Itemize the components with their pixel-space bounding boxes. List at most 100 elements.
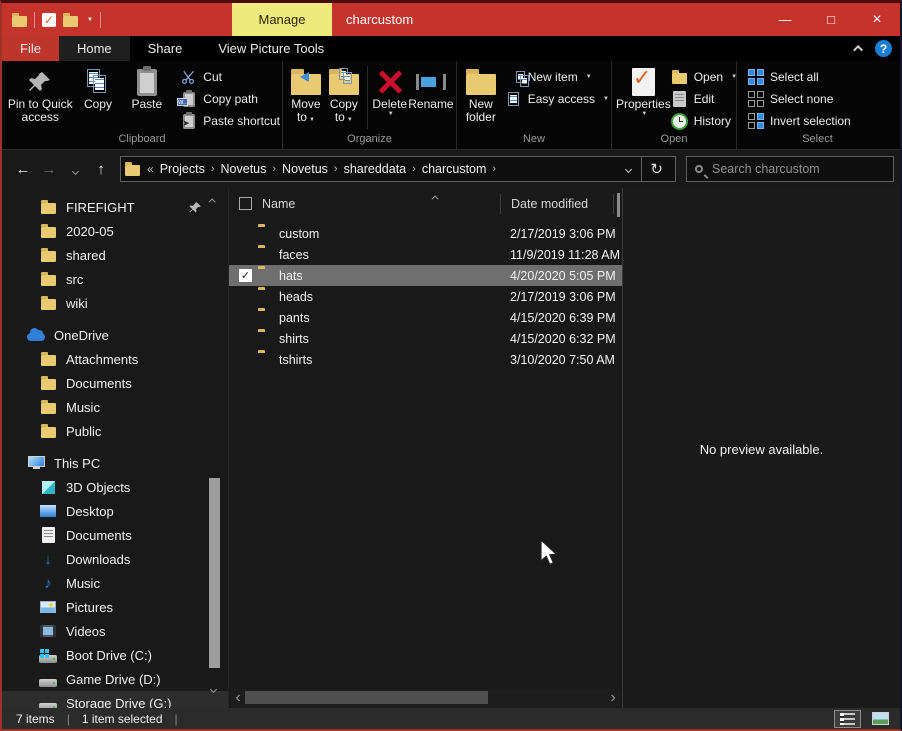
paste-button[interactable]: Paste bbox=[121, 64, 172, 111]
sidebar-item-documents[interactable]: Documents bbox=[2, 523, 228, 547]
new-item-button[interactable]: New item ▼ bbox=[505, 66, 609, 88]
sidebar-item-music-onedrive[interactable]: Music bbox=[2, 395, 228, 419]
breadcrumb-overflow-icon[interactable]: « bbox=[140, 162, 155, 176]
file-row-custom[interactable]: custom 2/17/2019 3:06 PM bbox=[229, 223, 622, 244]
scroll-down-icon[interactable] bbox=[210, 686, 217, 693]
file-row-shirts[interactable]: shirts 4/15/2020 6:32 PM bbox=[229, 328, 622, 349]
easy-access-button[interactable]: Easy access ▼ bbox=[505, 88, 609, 110]
list-scrollbar-thumb[interactable] bbox=[617, 193, 620, 217]
address-dropdown-chevron-icon[interactable] bbox=[625, 165, 632, 172]
properties-button[interactable]: ✓ Properties ▼ bbox=[616, 64, 671, 118]
select-all-checkbox[interactable] bbox=[239, 197, 252, 210]
sidebar-item-label: Pictures bbox=[66, 600, 113, 615]
file-row-hats[interactable]: ✓ hats 4/20/2020 5:05 PM bbox=[229, 265, 622, 286]
sidebar-item-game-drive-d[interactable]: Game Drive (D:) bbox=[2, 667, 228, 691]
sidebar-item-public[interactable]: Public bbox=[2, 419, 228, 443]
copy-path-button[interactable]: w... Copy path bbox=[180, 88, 280, 110]
delete-button[interactable]: Delete ▼ bbox=[372, 64, 408, 118]
select-all-button[interactable]: Select all bbox=[747, 66, 851, 88]
cut-button[interactable]: Cut bbox=[180, 66, 280, 88]
new-folder-button[interactable]: New folder bbox=[461, 64, 501, 125]
maximize-button[interactable]: □ bbox=[808, 3, 854, 36]
up-button[interactable]: ↑ bbox=[88, 161, 114, 178]
sidebar-item-firefight[interactable]: FIREFIGHT bbox=[2, 195, 228, 219]
invert-selection-button[interactable]: Invert selection bbox=[747, 110, 851, 132]
sidebar-item-onedrive[interactable]: OneDrive bbox=[2, 323, 228, 347]
qat-new-folder-button[interactable] bbox=[63, 16, 78, 27]
sidebar-item-shared[interactable]: shared bbox=[2, 243, 228, 267]
search-box[interactable] bbox=[686, 156, 894, 182]
tab-share[interactable]: Share bbox=[130, 36, 201, 61]
breadcrumb-segment[interactable]: Projects bbox=[155, 162, 210, 176]
window-controls: — □ × bbox=[762, 3, 900, 36]
sidebar-item-downloads[interactable]: ↓Downloads bbox=[2, 547, 228, 571]
contextual-tab-manage[interactable]: Manage bbox=[232, 3, 332, 36]
tab-home[interactable]: Home bbox=[59, 36, 130, 61]
file-row-heads[interactable]: heads 2/17/2019 3:06 PM bbox=[229, 286, 622, 307]
breadcrumb-segment[interactable]: charcustom bbox=[417, 162, 492, 176]
picture-icon bbox=[39, 601, 57, 613]
column-header-name[interactable]: Name bbox=[262, 197, 500, 211]
sidebar-item-this-pc[interactable]: This PC bbox=[2, 451, 228, 475]
sidebar-item-attachments[interactable]: Attachments bbox=[2, 347, 228, 371]
help-icon[interactable]: ? bbox=[875, 40, 892, 57]
file-row-tshirts[interactable]: tshirts 3/10/2020 7:50 AM bbox=[229, 349, 622, 370]
scroll-left-icon[interactable]: ‹ bbox=[231, 689, 245, 707]
rename-button[interactable]: Rename bbox=[408, 64, 454, 111]
scroll-up-icon[interactable] bbox=[209, 198, 216, 205]
column-header-date-modified[interactable]: Date modified bbox=[501, 197, 613, 211]
file-row-faces[interactable]: faces 11/9/2019 11:28 AM bbox=[229, 244, 622, 265]
scroll-right-icon[interactable]: › bbox=[606, 689, 620, 707]
minimize-button[interactable]: — bbox=[762, 3, 808, 36]
rename-icon bbox=[416, 66, 446, 98]
sidebar-item-desktop[interactable]: Desktop bbox=[2, 499, 228, 523]
sidebar-item-2020-05[interactable]: 2020-05 bbox=[2, 219, 228, 243]
forward-button[interactable]: → bbox=[36, 161, 62, 178]
tab-picture-tools[interactable]: Picture Tools bbox=[232, 36, 342, 61]
sidebar-item-boot-drive-c[interactable]: Boot Drive (C:) bbox=[2, 643, 228, 667]
close-button[interactable]: × bbox=[854, 3, 900, 36]
breadcrumb-segment[interactable]: Novetus bbox=[216, 162, 272, 176]
breadcrumb-segment[interactable]: Novetus bbox=[277, 162, 333, 176]
tab-file[interactable]: File bbox=[2, 36, 59, 61]
copy-button[interactable]: Copy bbox=[74, 64, 121, 111]
horizontal-scrollbar[interactable]: ‹ › bbox=[231, 689, 620, 706]
refresh-icon[interactable]: ↻ bbox=[650, 160, 671, 178]
sidebar-item-3d-objects[interactable]: 3D Objects bbox=[2, 475, 228, 499]
column-divider[interactable] bbox=[613, 194, 614, 214]
sidebar-item-wiki[interactable]: wiki bbox=[2, 291, 228, 315]
file-name: shirts bbox=[279, 332, 309, 346]
breadcrumb-segment[interactable]: shareddata bbox=[339, 162, 412, 176]
scrollbar-thumb[interactable] bbox=[209, 478, 220, 668]
move-to-button[interactable]: Move to▼ bbox=[287, 64, 325, 125]
edit-button[interactable]: Edit bbox=[671, 88, 737, 110]
sidebar-scrollbar[interactable] bbox=[207, 192, 223, 704]
items-count: 7 items bbox=[16, 712, 55, 726]
details-view-button[interactable] bbox=[834, 710, 861, 728]
sidebar-item-music[interactable]: ♪Music bbox=[2, 571, 228, 595]
row-checkbox-checked[interactable]: ✓ bbox=[239, 269, 252, 282]
check-icon: ✓ bbox=[633, 66, 651, 91]
file-row-pants[interactable]: pants 4/15/2020 6:39 PM bbox=[229, 307, 622, 328]
copy-to-button[interactable]: Copy to▼ bbox=[325, 64, 363, 125]
qat-properties-button[interactable]: ✓ bbox=[42, 13, 56, 27]
search-input[interactable] bbox=[712, 162, 862, 176]
thumbnails-view-button[interactable] bbox=[867, 710, 894, 727]
sidebar-item-videos[interactable]: Videos bbox=[2, 619, 228, 643]
select-none-button[interactable]: Select none bbox=[747, 88, 851, 110]
history-button[interactable]: History bbox=[671, 110, 737, 132]
recent-locations-chevron-icon[interactable] bbox=[62, 161, 88, 178]
back-button[interactable]: ← bbox=[10, 161, 36, 178]
address-bar[interactable]: « Projects › Novetus › Novetus › sharedd… bbox=[120, 156, 676, 182]
sidebar-item-src[interactable]: src bbox=[2, 267, 228, 291]
collapse-ribbon-icon[interactable] bbox=[853, 45, 863, 55]
sidebar-item-pictures[interactable]: Pictures bbox=[2, 595, 228, 619]
dropdown-caret-icon: ▼ bbox=[347, 117, 353, 123]
view-buttons bbox=[834, 708, 894, 729]
sidebar-item-documents-onedrive[interactable]: Documents bbox=[2, 371, 228, 395]
pin-to-quick-access-button[interactable]: Pin to Quick access bbox=[6, 64, 74, 125]
open-button[interactable]: Open ▼ bbox=[671, 66, 737, 88]
scrollbar-thumb[interactable] bbox=[245, 691, 488, 704]
qat-customize-chevron-icon[interactable]: ▼ bbox=[87, 17, 93, 23]
paste-shortcut-button[interactable]: ➤ Paste shortcut bbox=[180, 110, 280, 132]
